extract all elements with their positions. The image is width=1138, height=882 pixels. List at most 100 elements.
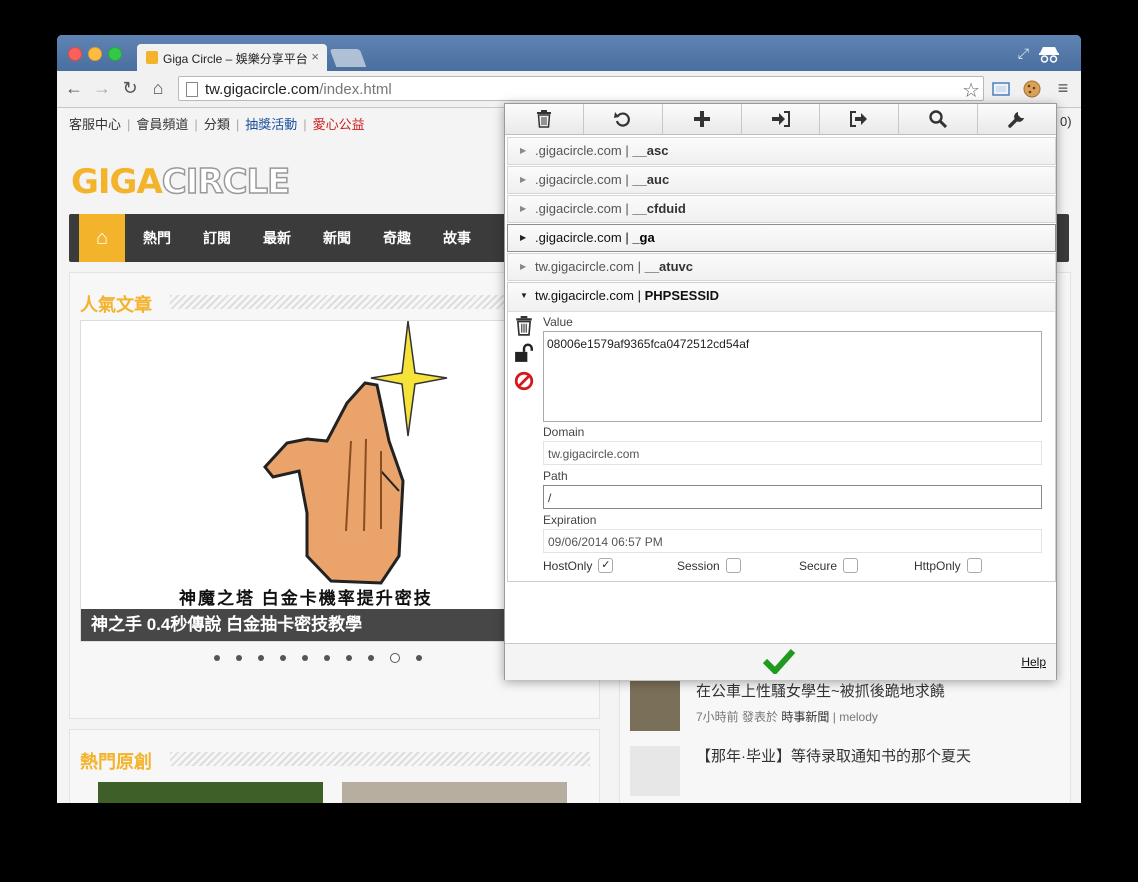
cookie-row[interactable]: ▶ .gigacircle.com | __auc <box>507 166 1056 194</box>
delete-all-button[interactable] <box>505 104 584 134</box>
back-icon[interactable]: ← <box>63 77 85 99</box>
cookie-name: __auc <box>632 172 670 187</box>
secure-label: Secure <box>799 559 838 573</box>
nav-home-button[interactable]: ⌂ <box>79 214 125 262</box>
export-button[interactable] <box>820 104 900 134</box>
cookie-list: ▶ .gigacircle.com | __asc ▶ .gigacircle.co… <box>507 137 1056 582</box>
slide-dot[interactable] <box>346 655 352 661</box>
menu-icon[interactable]: ≡ <box>1052 77 1074 99</box>
cookie-row[interactable]: ▶ .gigacircle.com | __asc <box>507 137 1056 165</box>
slide-dot[interactable] <box>416 655 422 661</box>
value-textarea[interactable]: 08006e1579af9365fca0472512cd54af <box>543 331 1042 422</box>
original-section: 熱門原創 <box>69 729 600 803</box>
options-button[interactable] <box>978 104 1056 134</box>
domain-input[interactable]: tw.gigacircle.com <box>543 441 1042 465</box>
path-input[interactable]: / <box>543 485 1042 509</box>
new-tab-button[interactable] <box>329 49 367 67</box>
logo-giga: GIGA <box>71 162 163 202</box>
nav-item[interactable]: 新聞 <box>307 214 367 262</box>
link-category[interactable]: 分類 <box>204 114 230 133</box>
nav-item[interactable]: 奇趣 <box>367 214 427 262</box>
import-button[interactable] <box>742 104 821 134</box>
submit-checkmark-icon[interactable] <box>763 648 795 674</box>
link-support[interactable]: 客服中心 <box>69 114 121 133</box>
unlock-icon[interactable] <box>514 343 534 363</box>
reload-icon[interactable]: ↻ <box>119 77 141 99</box>
news-category[interactable]: 時事新聞 <box>781 710 829 724</box>
favicon-icon <box>146 51 158 64</box>
cookie-domain: .gigacircle.com <box>535 172 622 187</box>
httponly-checkbox[interactable] <box>966 558 982 574</box>
nav-item[interactable]: 最新 <box>247 214 307 262</box>
nav-item[interactable]: 故事 <box>427 214 487 262</box>
slide-dot[interactable] <box>368 655 374 661</box>
hostonly-flag: HostOnly ✓ <box>543 558 614 574</box>
link-lottery[interactable]: 抽獎活動 <box>245 114 297 133</box>
logo-circle: CIRCLE <box>161 161 291 203</box>
incognito-icon <box>1039 47 1059 63</box>
maximize-window-button[interactable] <box>108 47 122 61</box>
session-checkbox[interactable] <box>725 558 741 574</box>
cookie-row[interactable]: ▶ .gigacircle.com | _ga <box>507 224 1056 252</box>
news-posted-in: 發表於 <box>742 710 779 724</box>
cookie-domain: .gigacircle.com <box>535 230 622 245</box>
slide-dot[interactable] <box>214 655 220 661</box>
cookie-details-panel: ▼ tw.gigacircle.com | PHPSESSID Value 080… <box>507 282 1056 582</box>
address-bar[interactable]: tw.gigacircle.com/index.html ☆ <box>178 76 984 103</box>
cookie-name: __cfduid <box>632 201 686 216</box>
slide-dot[interactable] <box>258 655 264 661</box>
slide-dot[interactable] <box>280 655 286 661</box>
popup-footer: Help <box>505 643 1056 680</box>
tab-close-icon[interactable]: × <box>311 49 319 64</box>
hostonly-checkbox[interactable]: ✓ <box>598 558 614 574</box>
cast-icon[interactable] <box>992 81 1010 97</box>
delete-cookie-icon[interactable] <box>514 316 534 336</box>
link-member[interactable]: 會員頻道 <box>136 114 188 133</box>
thumbnail-image[interactable] <box>98 782 323 803</box>
nav-item[interactable]: 熱門 <box>127 214 187 262</box>
cookie-domain: .gigacircle.com <box>535 201 622 216</box>
expand-arrow-icon: ▶ <box>520 204 527 213</box>
cookie-name: PHPSESSID <box>644 288 720 303</box>
news-author[interactable]: melody <box>839 710 878 724</box>
slide-dot[interactable] <box>390 653 400 663</box>
nav-item[interactable]: 訂閱 <box>187 214 247 262</box>
slide-dot[interactable] <box>324 655 330 661</box>
expiration-input[interactable]: 09/06/2014 06:57 PM <box>543 529 1042 553</box>
slide-dots <box>214 653 422 663</box>
add-cookie-button[interactable] <box>663 104 742 134</box>
bookmark-star-icon[interactable]: ☆ <box>962 78 980 103</box>
site-logo[interactable]: GIGACIRCLE <box>71 161 291 203</box>
minimize-window-button[interactable] <box>88 47 102 61</box>
cookie-name: _ga <box>632 230 655 245</box>
cookie-domain: .gigacircle.com <box>535 143 622 158</box>
thumbnail-image[interactable] <box>342 782 567 803</box>
fullscreen-icon[interactable]: ⤢ <box>1018 45 1029 62</box>
link-charity[interactable]: 愛心公益 <box>313 114 365 133</box>
help-link[interactable]: Help <box>1021 655 1046 669</box>
block-icon[interactable] <box>514 371 534 391</box>
cookie-name: __atuvc <box>644 259 694 274</box>
secure-checkbox[interactable] <box>843 558 859 574</box>
news-title[interactable]: 【那年·毕业】等待录取通知书的那个夏天 <box>696 745 971 766</box>
tab-gigacircle[interactable]: Giga Circle – 娛樂分享平台 × <box>137 44 327 71</box>
cookie-row-expanded[interactable]: ▼ tw.gigacircle.com | PHPSESSID <box>508 283 1055 312</box>
cookie-row[interactable]: ▶ tw.gigacircle.com | __atuvc <box>507 253 1056 281</box>
cookie-editor-popup: ▶ .gigacircle.com | __asc ▶ .gigacircle.co… <box>504 103 1057 680</box>
hero-slide[interactable]: 神魔之塔 白金卡機率提升密技 神之手 0.4秒傳說 白金抽卡密技教學 <box>80 320 522 642</box>
home-icon[interactable]: ⌂ <box>147 77 169 99</box>
section-title-popular: 人氣文章 <box>80 295 152 315</box>
hero-caption[interactable]: 神之手 0.4秒傳說 白金抽卡密技教學 <box>81 609 521 641</box>
slide-dot[interactable] <box>236 655 242 661</box>
cookie-row[interactable]: ▶ .gigacircle.com | __cfduid <box>507 195 1056 223</box>
expand-arrow-icon: ▶ <box>520 175 527 184</box>
slide-dot[interactable] <box>302 655 308 661</box>
close-window-button[interactable] <box>68 47 82 61</box>
reset-button[interactable] <box>584 104 663 134</box>
news-title[interactable]: 在公車上性騷女學生~被抓後跪地求饒 <box>696 680 945 701</box>
forward-icon[interactable]: → <box>91 77 113 99</box>
search-button[interactable] <box>899 104 979 134</box>
page-icon <box>186 82 198 97</box>
expiration-label: Expiration <box>543 513 597 527</box>
cookie-icon[interactable] <box>1023 80 1041 98</box>
